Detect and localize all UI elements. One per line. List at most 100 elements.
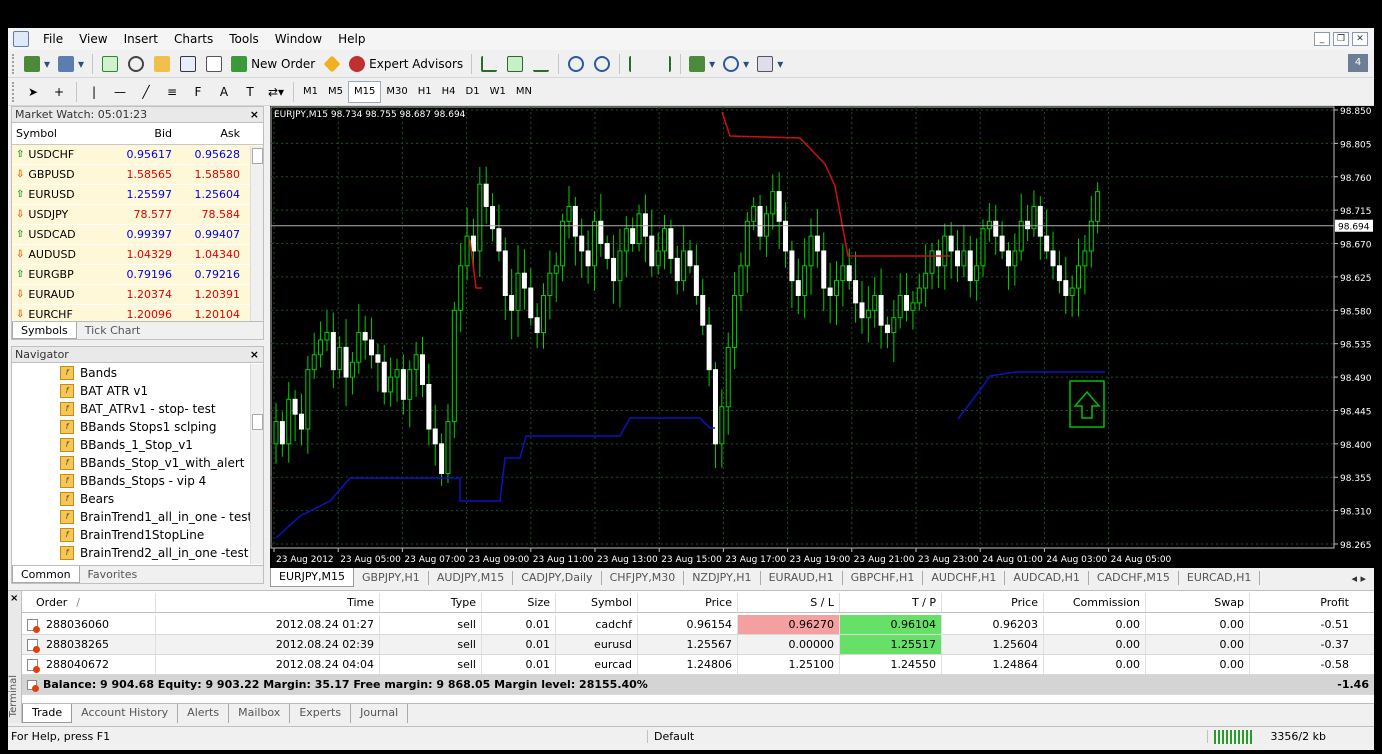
vertical-line-tool[interactable]: | [83,81,105,103]
scrollbar-thumb[interactable] [252,148,263,164]
close-icon[interactable]: × [250,107,259,122]
market-watch-row[interactable]: ⇩ GBPUSD 1.58565 1.58580 [12,165,263,185]
chart-tab[interactable]: GBPCHF,H1 [843,571,924,585]
navigator-indicator-item[interactable]: f BBands Stops1 sclping [12,418,263,436]
order-take-profit[interactable]: 1.24550 [840,655,942,674]
restore-button[interactable]: ❐ [1333,32,1349,46]
price-chart[interactable]: 98.850 98.805 98.760 98.715 98.670 98.625 98.5… [270,106,1374,568]
channel-tool[interactable]: ≡ [161,81,183,103]
toolbar-grip[interactable] [12,53,16,74]
column-sl[interactable]: S / L [738,593,840,612]
navigator-indicator-item[interactable]: f BAT_ATRv1 - stop- test [12,400,263,418]
navigator-indicator-item[interactable]: f BBands_Stop_v1_with_alert [12,454,263,472]
terminal-tab[interactable]: Trade [22,704,73,723]
text-tool[interactable]: A [213,81,235,103]
market-watch-row[interactable]: ⇧ EURGBP 0.79196 0.79216 [12,265,263,285]
scrollbar-thumb[interactable] [252,414,263,430]
order-row[interactable]: 288038265 2012.08.24 02:39 sell 0.01 eurusd 1… [22,635,1374,655]
navigator-indicator-item[interactable]: f BAT ATR v1 [12,382,263,400]
menu-window[interactable]: Window [267,28,330,50]
column-type[interactable]: Type [380,593,482,612]
close-icon[interactable]: × [10,593,18,604]
chart-tab[interactable]: EURJPY,M15 [270,567,354,587]
market-watch-scrollbar[interactable] [250,146,263,322]
timeframe-m1[interactable]: M1 [298,82,323,102]
order-take-profit[interactable]: 0.96104 [840,615,942,634]
column-price[interactable]: Price [638,593,738,612]
chart-tab[interactable]: GBPJPY,H1 [354,571,429,585]
navigator-indicator-item[interactable]: f BBands_1_Stop_v1 [12,436,263,454]
chart-tab[interactable]: NZDJPY,H1 [684,571,761,585]
menu-insert[interactable]: Insert [116,28,166,50]
terminal-tab[interactable]: Experts [290,704,352,723]
market-watch-row[interactable]: ⇧ EURUSD 1.25597 1.25604 [12,185,263,205]
order-row[interactable]: 288040672 2012.08.24 04:04 sell 0.01 eurcad 1… [22,655,1374,675]
terminal-tab[interactable]: Mailbox [229,704,291,723]
navigator-button[interactable] [151,53,173,75]
menu-file[interactable]: File [35,28,71,50]
bar-chart-button[interactable] [478,53,500,75]
chart-tabs-scroll-icon[interactable]: ◂ ▸ [1351,572,1374,585]
navigator-indicator-item[interactable]: f Bears [12,490,263,508]
zoom-out-button[interactable] [591,53,613,75]
arrows-tool[interactable]: ⇄▾ [265,81,287,103]
terminal-tab[interactable]: Alerts [178,704,230,723]
chart-tab[interactable]: AUDCAD,H1 [1005,571,1089,585]
timeframe-mn[interactable]: MN [511,82,537,102]
line-chart-button[interactable] [530,53,552,75]
market-watch-button[interactable] [99,53,121,75]
column-bid[interactable]: Bid [110,123,176,144]
timeframe-h1[interactable]: H1 [413,82,437,102]
navigator-indicator-item[interactable]: f BrainTrend2_all_in_one -test [12,544,263,562]
zoom-in-button[interactable] [565,53,587,75]
metaeditor-button[interactable] [321,53,343,75]
close-icon[interactable]: × [250,347,259,362]
text-label-tool[interactable]: T [239,81,261,103]
column-order[interactable]: Order / [22,593,156,612]
account-summary-row[interactable]: Balance: 9 904.68 Equity: 9 903.22 Margi… [22,675,1374,695]
market-watch-row[interactable]: ⇩ EURAUD 1.20374 1.20391 [12,285,263,305]
notification-icon[interactable]: 4 [1348,54,1368,72]
order-take-profit[interactable]: 1.25517 [840,635,942,654]
fibonacci-tool[interactable]: F [187,81,209,103]
navigator-indicator-item[interactable]: f BrainTrend1_all_in_one - test [12,508,263,526]
order-row[interactable]: 288036060 2012.08.24 01:27 sell 0.01 cadchf 0… [22,615,1374,635]
minimize-button[interactable]: _ [1314,32,1330,46]
market-watch-row[interactable]: ⇧ USDCHF 0.95617 0.95628 [12,145,263,165]
column-current-price[interactable]: Price [942,593,1044,612]
cursor-tool[interactable]: ➤ [22,81,44,103]
terminal-tab[interactable]: Account History [72,704,179,723]
chart-tab[interactable]: CHFJPY,M30 [602,571,685,585]
column-symbol[interactable]: Symbol [556,593,638,612]
column-symbol[interactable]: Symbol [12,123,110,144]
new-order-button[interactable]: New Order [229,53,317,75]
new-chart-button[interactable]: ▾ [22,53,52,75]
timeframe-m15[interactable]: M15 [348,80,382,103]
profiles-button[interactable]: ▾ [56,53,86,75]
indicators-button[interactable]: ▾ [687,53,717,75]
column-ask[interactable]: Ask [176,123,244,144]
menu-tools[interactable]: Tools [221,28,267,50]
strategy-tester-button[interactable] [203,53,225,75]
menu-view[interactable]: View [71,28,115,50]
menu-help[interactable]: Help [330,28,373,50]
navigator-indicator-item[interactable]: f BrainTrend1StopLine [12,526,263,544]
chart-tab[interactable]: EURCAD,H1 [1179,571,1261,585]
timeframe-m5[interactable]: M5 [323,82,348,102]
market-watch-row[interactable]: ⇩ USDJPY 78.577 78.584 [12,205,263,225]
toolbar-grip[interactable] [12,81,16,102]
tab-tick-chart[interactable]: Tick Chart [77,322,149,339]
chart-shift-button[interactable] [652,53,674,75]
order-stop-loss[interactable]: 0.00000 [738,635,840,654]
menu-charts[interactable]: Charts [166,28,221,50]
periods-button[interactable]: ▾ [721,53,751,75]
timeframe-w1[interactable]: W1 [485,82,511,102]
market-watch-row[interactable]: ⇩ AUDUSD 1.04329 1.04340 [12,245,263,265]
tab-favorites[interactable]: Favorites [80,566,146,583]
terminal-button[interactable] [177,53,199,75]
horizontal-line-tool[interactable]: — [109,81,131,103]
timeframe-m30[interactable]: M30 [381,82,412,102]
timeframe-h4[interactable]: H4 [437,82,461,102]
expert-advisors-button[interactable]: Expert Advisors [347,53,465,75]
chart-tab[interactable]: EURAUD,H1 [761,571,843,585]
